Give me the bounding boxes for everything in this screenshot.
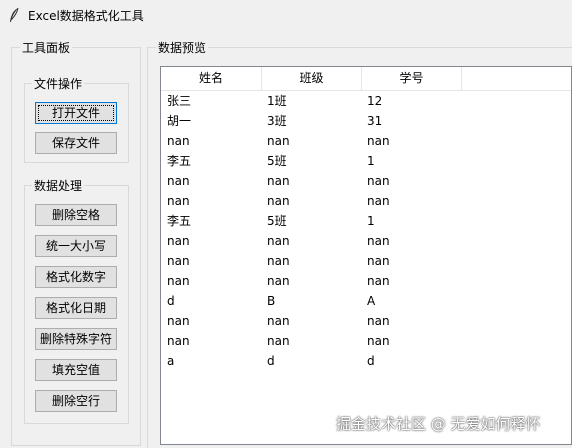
save-file-button[interactable]: 保存文件 — [35, 132, 117, 154]
remove-empty-rows-button[interactable]: 删除空行 — [35, 390, 117, 412]
table-row[interactable]: 张三 1班 12 — [161, 91, 571, 111]
feather-icon — [10, 7, 19, 22]
table-cell: 李五 — [167, 154, 192, 168]
remove-spaces-button[interactable]: 删除空格 — [35, 204, 117, 226]
table-cell: nan — [367, 254, 390, 268]
table-cell: nan — [267, 174, 290, 188]
table-cell: 12 — [367, 94, 383, 108]
fill-empty-button[interactable]: 填充空值 — [35, 359, 117, 381]
table-row[interactable]: nan nan nan — [161, 271, 571, 291]
table-cell: nan — [267, 194, 290, 208]
table-cell: 5班 — [267, 214, 287, 228]
table-row[interactable]: nan nan nan — [161, 131, 571, 151]
table-cell: 李五 — [167, 214, 192, 228]
table-cell: d — [167, 294, 175, 308]
table-header: 姓名 班级 学号 — [161, 67, 571, 91]
table-cell: nan — [167, 314, 190, 328]
table-cell: B — [267, 294, 276, 308]
table-cell: a — [167, 354, 175, 368]
table-cell: nan — [367, 194, 390, 208]
title-bar: Excel数据格式化工具 — [0, 0, 572, 30]
watermark: 掘金技术社区 @ 无爱如何释怀 — [336, 415, 541, 433]
table-row[interactable]: nan nan nan — [161, 331, 571, 351]
table-cell: nan — [167, 274, 190, 288]
table-cell: nan — [267, 334, 290, 348]
table-cell: nan — [367, 314, 390, 328]
table-cell: nan — [267, 134, 290, 148]
table-cell: 1 — [367, 214, 375, 228]
format-number-button[interactable]: 格式化数字 — [35, 266, 117, 288]
remove-special-chars-button[interactable]: 删除特殊字符 — [35, 328, 117, 350]
table-cell: nan — [267, 274, 290, 288]
table-cell: nan — [367, 234, 390, 248]
preview-panel-label: 数据预览 — [156, 39, 209, 56]
table-row[interactable]: nan nan nan — [161, 191, 571, 211]
table-cell: nan — [167, 234, 190, 248]
window-title: Excel数据格式化工具 — [28, 9, 144, 23]
table-cell: A — [367, 294, 376, 308]
table-cell: nan — [267, 234, 290, 248]
tool-panel-label: 工具面板 — [20, 39, 73, 56]
table-cell: nan — [367, 134, 390, 148]
table-cell: nan — [167, 334, 190, 348]
column-header-class[interactable]: 班级 — [262, 67, 362, 90]
table-cell: 张三 — [167, 94, 192, 108]
table-row[interactable]: 李五 5班 1 — [161, 151, 571, 171]
table-cell: nan — [267, 254, 290, 268]
table-row[interactable]: nan nan nan — [161, 311, 571, 331]
open-file-button[interactable]: 打开文件 — [35, 102, 117, 124]
file-ops-label: 文件操作 — [32, 75, 85, 92]
table-cell: nan — [367, 334, 390, 348]
table-cell: nan — [167, 134, 190, 148]
table-row[interactable]: add — [161, 351, 571, 371]
table-cell: 31 — [367, 114, 383, 128]
table-row[interactable]: nan nan nan — [161, 251, 571, 271]
table-cell: 3班 — [267, 114, 287, 128]
table-row[interactable]: 胡一 3班 31 — [161, 111, 571, 131]
table-cell: nan — [367, 274, 390, 288]
format-date-button[interactable]: 格式化日期 — [35, 297, 117, 319]
table-cell: 1班 — [267, 94, 287, 108]
table-cell: 胡一 — [167, 114, 192, 128]
table-row[interactable]: dBA — [161, 291, 571, 311]
table-cell: nan — [367, 174, 390, 188]
table-cell: 5班 — [267, 154, 287, 168]
table-cell: nan — [167, 254, 190, 268]
column-header-name[interactable]: 姓名 — [161, 67, 262, 90]
unify-case-button[interactable]: 统一大小写 — [35, 235, 117, 257]
table-row[interactable]: nan nan nan — [161, 231, 571, 251]
data-table[interactable]: 姓名 班级 学号 张三 1班 12 胡一 3班 31 nan nan nan 李五 5班 1 nan na… — [160, 66, 572, 445]
table-cell: d — [267, 354, 275, 368]
table-row[interactable]: nan nan nan — [161, 171, 571, 191]
table-body: 张三 1班 12 胡一 3班 31 nan nan nan 李五 5班 1 nan nan nan nan na… — [161, 91, 571, 371]
table-cell: nan — [267, 314, 290, 328]
column-header-id[interactable]: 学号 — [362, 67, 462, 90]
table-cell: d — [367, 354, 375, 368]
table-cell: nan — [167, 194, 190, 208]
table-cell: nan — [167, 174, 190, 188]
table-row[interactable]: 李五 5班 1 — [161, 211, 571, 231]
data-ops-label: 数据处理 — [32, 177, 85, 194]
table-cell: 1 — [367, 154, 375, 168]
